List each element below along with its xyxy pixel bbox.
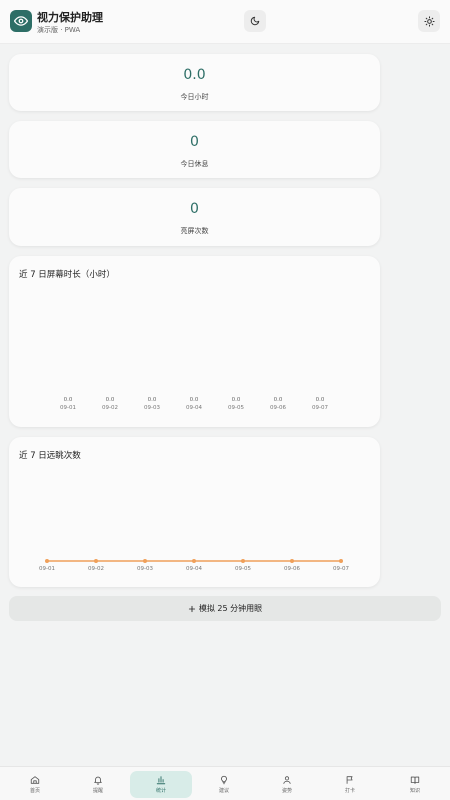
- nav-label: 知识: [409, 788, 420, 794]
- stat-label: 今日休息: [180, 160, 209, 168]
- data-point: [45, 559, 49, 563]
- x-tick-label: 09-05: [228, 405, 244, 411]
- bar-value-label: 0.0: [64, 397, 73, 403]
- nav-item-posture[interactable]: 姿势: [256, 771, 318, 798]
- bar-chart-icon: [156, 776, 166, 785]
- bar-value-label: 0.0: [148, 397, 157, 403]
- screen-time-bar-chart: 0.0 09-01 0.0 09-02 0.0 09-03 0.0 09-04 0.0 09-05…: [60, 397, 328, 411]
- nav-item-knowledge[interactable]: 知识: [384, 771, 446, 798]
- nav-item-stats[interactable]: 统计: [130, 771, 192, 798]
- x-tick-label: 09-03: [137, 566, 153, 572]
- person-icon: [283, 776, 291, 784]
- nav-item-home[interactable]: 首页: [4, 771, 66, 798]
- x-tick-label: 09-07: [312, 405, 328, 411]
- x-tick-label: 09-02: [102, 405, 118, 411]
- nav-item-reminders[interactable]: 提醒: [67, 771, 129, 798]
- bar-value-label: 0.0: [232, 397, 241, 403]
- x-tick-label: 09-06: [284, 566, 300, 572]
- app-title: 视力保护助理: [37, 11, 103, 24]
- x-tick-label: 09-01: [60, 405, 76, 411]
- stat-card-today-breaks: 0 今日休息: [9, 121, 380, 178]
- flag-icon: [346, 776, 353, 784]
- app-subtitle: 演示版 · PWA: [37, 26, 81, 34]
- x-tick-label: 09-07: [333, 566, 349, 572]
- stat-label: 今日小时: [180, 93, 209, 101]
- stat-value: 0: [190, 201, 199, 217]
- bar-value-label: 0.0: [190, 397, 199, 403]
- bell-icon: [94, 776, 102, 785]
- app-header: 视力保护助理 演示版 · PWA: [0, 0, 450, 44]
- theme-toggle-button[interactable]: [244, 10, 266, 32]
- breaks-line-chart: 09-01 09-02 09-03 09-04 09-05 09-06 09-07: [39, 559, 349, 572]
- nav-label: 打卡: [344, 788, 355, 794]
- nav-item-tips[interactable]: 建议: [193, 771, 255, 798]
- x-tick-label: 09-04: [186, 405, 202, 411]
- nav-label: 建议: [218, 788, 229, 794]
- stat-card-screen-unlocks: 0 亮屏次数: [9, 188, 380, 246]
- bar-value-label: 0.0: [316, 397, 325, 403]
- nav-label: 统计: [155, 788, 166, 794]
- breaks-chart-card: 近 7 日远眺次数 09-01 09-02 09-03 09-04 09-05 09-06…: [9, 437, 380, 587]
- data-point: [192, 559, 196, 563]
- book-icon: [410, 776, 420, 784]
- x-tick-label: 09-05: [235, 566, 251, 572]
- x-tick-label: 09-04: [186, 566, 202, 572]
- moon-icon: [250, 16, 260, 26]
- nav-label: 首页: [29, 788, 40, 794]
- x-tick-label: 09-06: [270, 405, 286, 411]
- bottom-nav: 首页 提醒 统计 建议 姿势 打卡 知识: [0, 766, 450, 800]
- x-tick-label: 09-01: [39, 566, 55, 572]
- x-tick-label: 09-02: [88, 566, 104, 572]
- home-icon: [30, 776, 40, 784]
- data-point: [143, 559, 147, 563]
- data-point: [94, 559, 98, 563]
- simulate-usage-label: 模拟 25 分钟用眼: [198, 604, 263, 613]
- nav-label: 提醒: [92, 788, 103, 794]
- stat-value: 0.0: [183, 67, 206, 83]
- screen-time-chart-card: 近 7 日屏幕时长（小时） 0.0 09-01 0.0 09-02 0.0 09-03 0.…: [9, 256, 380, 427]
- nav-item-checkin[interactable]: 打卡: [319, 771, 381, 798]
- settings-button[interactable]: [418, 10, 440, 32]
- data-point: [339, 559, 343, 563]
- lightbulb-icon: [221, 775, 227, 785]
- data-point: [241, 559, 245, 563]
- bar-value-label: 0.0: [106, 397, 115, 403]
- stat-card-today-hours: 0.0 今日小时: [9, 54, 380, 111]
- data-point: [290, 559, 294, 563]
- nav-label: 姿势: [281, 788, 292, 794]
- x-tick-label: 09-03: [144, 405, 160, 411]
- plus-icon: [188, 605, 195, 612]
- bar-value-label: 0.0: [274, 397, 283, 403]
- stat-value: 0: [190, 134, 199, 150]
- simulate-usage-button[interactable]: 模拟 25 分钟用眼: [9, 596, 441, 621]
- eye-icon: [10, 10, 32, 32]
- sun-icon: [423, 15, 435, 27]
- stat-label: 亮屏次数: [180, 227, 209, 235]
